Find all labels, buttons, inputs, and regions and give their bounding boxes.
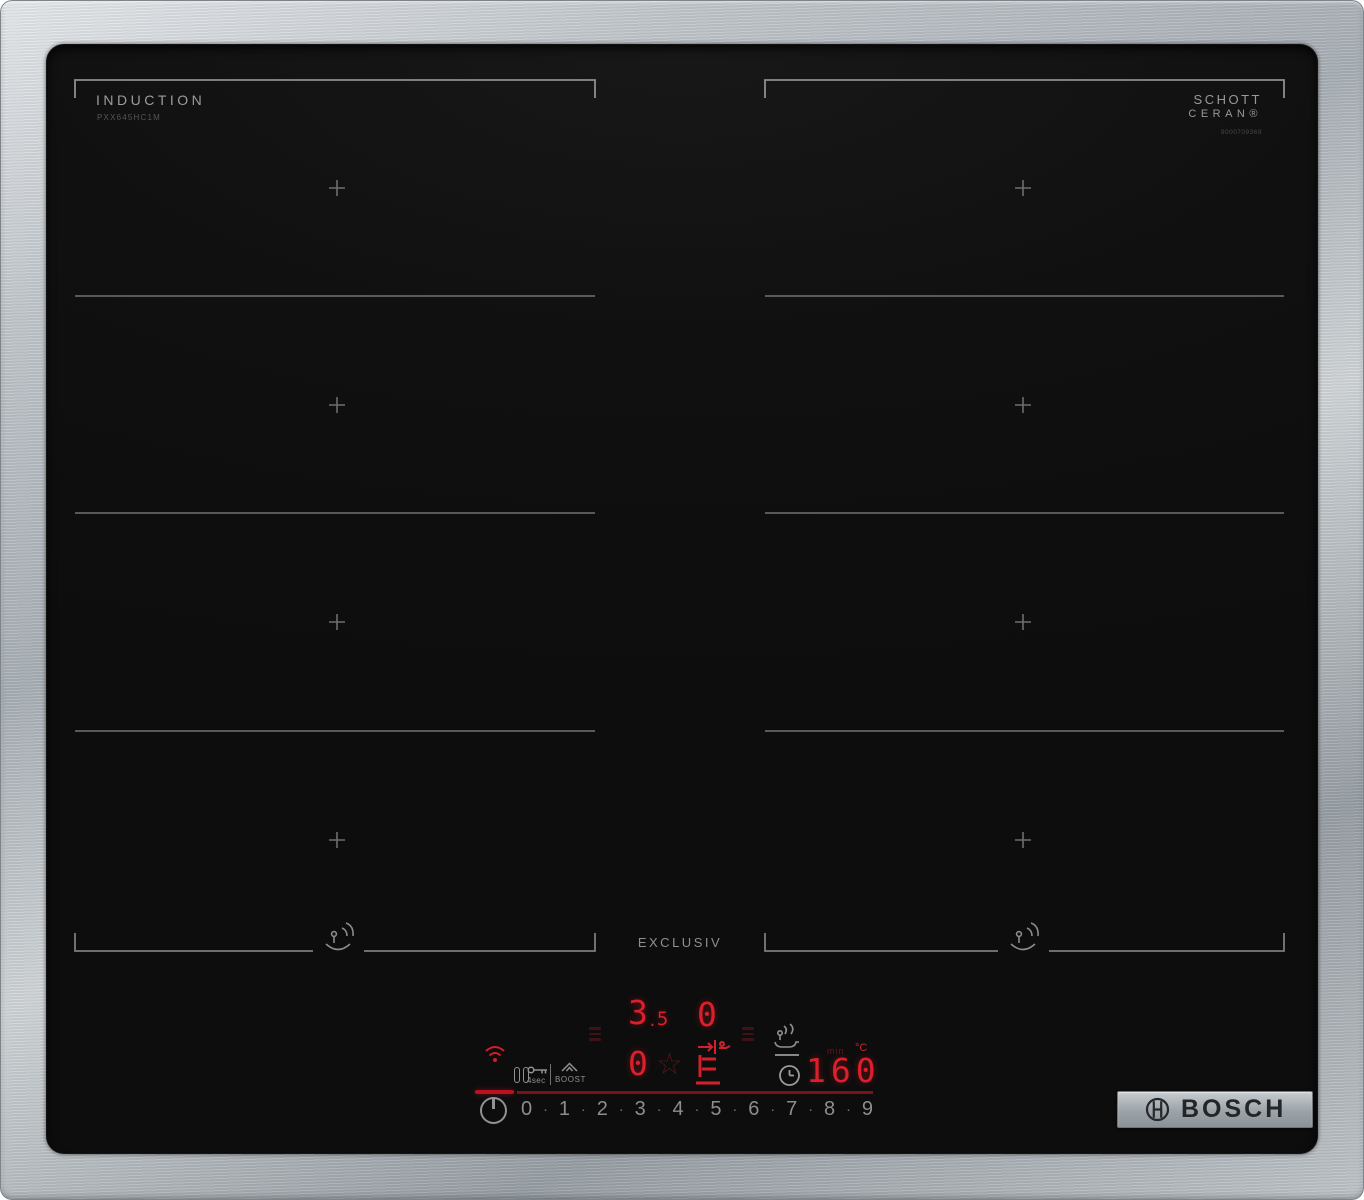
induction-label: INDUCTION [96, 92, 205, 108]
schott-line: SCHOTT [1188, 92, 1262, 107]
slider-dot: · [581, 1101, 586, 1118]
power-icon [492, 1097, 495, 1109]
ceran-line: CERAN® [1188, 108, 1262, 120]
decimal-point: . [648, 1014, 657, 1029]
model-number: PXX645HC1M [97, 113, 161, 122]
slider-dot: · [808, 1101, 813, 1118]
temperature-display[interactable]: min °C 160 [806, 1040, 906, 1090]
zone-left-rear-decimal: 5 [657, 1010, 668, 1029]
lock-seconds-label: 4sec [527, 1076, 546, 1085]
slider-track-bar [517, 1091, 873, 1094]
slider-level-9[interactable]: 9 [862, 1098, 873, 1121]
zone-indicator-dim-left-icon [589, 1027, 601, 1041]
panel-divider [550, 1064, 551, 1085]
slider-level-0[interactable]: 0 [521, 1098, 532, 1121]
slider-level-1[interactable]: 1 [559, 1098, 570, 1121]
key-lock-button[interactable]: 4sec [512, 1062, 548, 1088]
frying-sensor-icon [771, 1020, 801, 1050]
flex-segment-indicator [694, 1053, 726, 1087]
bosch-wordmark: BOSCH [1181, 1095, 1286, 1124]
zone-right-rear-display[interactable]: 0 [697, 998, 717, 1031]
bosch-anchor-logo-icon [1144, 1096, 1171, 1123]
timer-clock-button[interactable] [778, 1064, 801, 1087]
cooktop-product-photo: INDUCTION PXX645HC1M SCHOTT CERAN® 90007… [0, 0, 1364, 1200]
glass-part-number: 9000709369 [1188, 129, 1262, 136]
zone-left-front-display[interactable]: 0 [628, 1047, 648, 1080]
slider-dot: · [695, 1101, 700, 1118]
temperature-value: 160 [806, 1054, 881, 1087]
slider-dot: · [619, 1101, 624, 1118]
sensor-underline [775, 1054, 799, 1056]
slider-level-4[interactable]: 4 [673, 1098, 684, 1121]
ceramic-glass-surface [46, 44, 1318, 1154]
slider-level-5[interactable]: 5 [710, 1098, 721, 1121]
boost-button[interactable]: BOOST [553, 1061, 587, 1087]
slider-level-2[interactable]: 2 [597, 1098, 608, 1121]
slider-dot: · [732, 1101, 737, 1118]
zone-indicator-dim-right-icon [742, 1027, 754, 1041]
slider-level-8[interactable]: 8 [824, 1098, 835, 1121]
slider-level-3[interactable]: 3 [635, 1098, 646, 1121]
power-level-slider[interactable]: 0 · 1 · 2 · 3 · 4 · 5 · 6 · 7 · 8 · 9 [521, 1098, 873, 1121]
boost-label: BOOST [555, 1075, 586, 1084]
exclusiv-series-label: EXCLUSIV [620, 935, 740, 950]
favorite-star-button[interactable]: ☆ [656, 1050, 683, 1080]
slider-active-bar [475, 1090, 514, 1094]
slider-level-6[interactable]: 6 [748, 1098, 759, 1121]
slider-dot: · [657, 1101, 662, 1118]
slider-dot: · [543, 1101, 548, 1118]
bosch-badge: BOSCH [1117, 1091, 1313, 1128]
boost-chevron-icon [561, 1062, 579, 1072]
slider-dot: · [846, 1101, 851, 1118]
slider-level-7[interactable]: 7 [786, 1098, 797, 1121]
frying-sensor-button[interactable] [771, 1020, 801, 1058]
zone-left-rear-display[interactable]: 3 . 5 [628, 996, 668, 1029]
slider-dot: · [770, 1101, 775, 1118]
power-button[interactable] [480, 1097, 507, 1124]
schott-ceran-branding: SCHOTT CERAN® 9000709369 [1188, 92, 1262, 136]
zone-left-rear-digit: 3 [628, 996, 648, 1029]
zone-right-front-display[interactable] [692, 1036, 732, 1088]
wifi-icon [483, 1042, 507, 1066]
